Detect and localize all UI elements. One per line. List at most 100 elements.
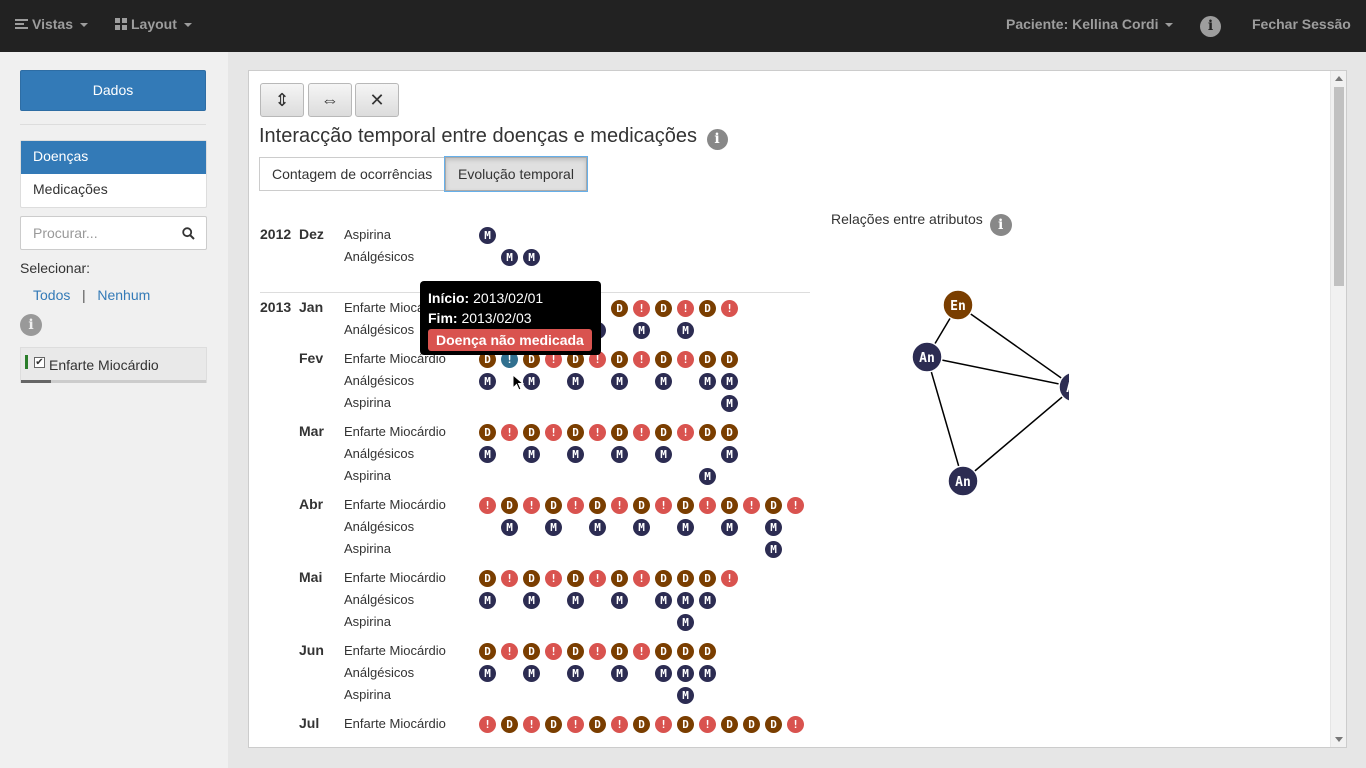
medication-marker[interactable]: M [611,373,628,390]
disease-marker[interactable]: D [479,424,496,441]
disease-marker[interactable]: D [655,570,672,587]
medication-marker[interactable]: M [699,373,716,390]
info-icon[interactable]: i [706,129,728,150]
medication-marker[interactable]: M [501,519,518,536]
medication-marker[interactable]: M [611,446,628,463]
disease-marker[interactable]: D [611,300,628,317]
disease-marker[interactable]: D [545,716,562,733]
disease-marker[interactable]: D [589,497,606,514]
unmedicated-marker[interactable]: ! [677,351,694,368]
medication-marker[interactable]: M [523,592,540,609]
unmedicated-marker[interactable]: ! [633,643,650,660]
medication-marker[interactable]: M [765,541,782,558]
disease-marker[interactable]: D [479,643,496,660]
medication-marker[interactable]: M [677,614,694,631]
sidebar-info-button[interactable]: i [20,314,42,336]
disease-marker[interactable]: D [611,643,628,660]
disease-marker[interactable]: D [721,716,738,733]
medication-marker[interactable]: M [677,322,694,339]
tab-medications[interactable]: Medicações [21,174,206,207]
medication-marker[interactable]: M [479,227,496,244]
unmedicated-marker[interactable]: ! [611,716,628,733]
unmedicated-marker[interactable]: ! [655,716,672,733]
medication-marker[interactable]: M [523,665,540,682]
medication-marker[interactable]: M [501,249,518,266]
medication-marker[interactable]: M [721,373,738,390]
disease-marker[interactable]: D [501,716,518,733]
disease-marker[interactable]: D [677,643,694,660]
unmedicated-marker[interactable]: ! [501,570,518,587]
medication-marker[interactable]: M [721,446,738,463]
medication-marker[interactable]: M [655,373,672,390]
medication-marker[interactable]: M [479,373,496,390]
filter-checkbox[interactable]: ✔ [34,357,45,368]
medication-marker[interactable]: M [633,322,650,339]
disease-marker[interactable]: D [765,497,782,514]
medication-marker[interactable]: M [699,468,716,485]
unmedicated-marker[interactable]: ! [589,570,606,587]
disease-marker[interactable]: D [655,424,672,441]
medication-marker[interactable]: M [523,446,540,463]
medication-marker[interactable]: M [567,665,584,682]
disease-marker[interactable]: D [655,643,672,660]
tab-diseases[interactable]: Doenças [21,141,206,174]
unmedicated-marker[interactable]: ! [479,716,496,733]
disease-marker[interactable]: D [611,424,628,441]
disease-marker[interactable]: D [567,570,584,587]
unmedicated-marker[interactable]: ! [479,497,496,514]
disease-marker[interactable]: D [677,716,694,733]
disease-marker[interactable]: D [677,497,694,514]
unmedicated-marker[interactable]: ! [677,300,694,317]
disease-marker[interactable]: D [523,643,540,660]
medication-marker[interactable]: M [655,592,672,609]
medication-marker[interactable]: M [677,592,694,609]
disease-marker[interactable]: D [633,716,650,733]
layout-menu[interactable]: Layout [115,0,192,52]
medication-marker[interactable]: M [523,249,540,266]
disease-marker[interactable]: D [721,424,738,441]
unmedicated-marker[interactable]: ! [699,497,716,514]
disease-marker[interactable]: D [545,497,562,514]
unmedicated-marker[interactable]: ! [545,643,562,660]
unmedicated-marker[interactable]: ! [523,497,540,514]
info-button[interactable]: i [1200,15,1221,37]
medication-marker[interactable]: M [479,665,496,682]
disease-marker[interactable]: D [611,570,628,587]
unmedicated-marker[interactable]: ! [787,716,804,733]
medication-marker[interactable]: M [545,519,562,536]
views-menu[interactable]: Vistas [15,0,88,52]
disease-marker[interactable]: D [655,300,672,317]
medication-marker[interactable]: M [633,519,650,536]
search-input[interactable] [21,217,171,249]
unmedicated-marker[interactable]: ! [743,497,760,514]
search-icon[interactable] [182,227,195,240]
medication-marker[interactable]: M [677,519,694,536]
medication-marker[interactable]: M [699,665,716,682]
disease-marker[interactable]: D [655,351,672,368]
medication-marker[interactable]: M [523,373,540,390]
unmedicated-marker[interactable]: ! [567,716,584,733]
disease-marker[interactable]: D [721,497,738,514]
close-button[interactable]: ✕ [355,83,399,117]
unmedicated-marker[interactable]: ! [633,300,650,317]
disease-marker[interactable]: D [567,424,584,441]
unmedicated-marker[interactable]: ! [633,424,650,441]
disease-marker[interactable]: D [523,424,540,441]
medication-marker[interactable]: M [479,446,496,463]
unmedicated-marker[interactable]: ! [501,643,518,660]
select-all-link[interactable]: Todos [33,287,70,303]
unmedicated-marker[interactable]: ! [699,716,716,733]
disease-marker[interactable]: D [523,570,540,587]
unmedicated-marker[interactable]: ! [677,424,694,441]
medication-marker[interactable]: M [611,592,628,609]
disease-marker[interactable]: D [699,351,716,368]
disease-marker[interactable]: D [567,643,584,660]
patient-menu[interactable]: Paciente: Kellina Cordi [1006,0,1174,52]
scrollbar-thumb[interactable] [1334,87,1344,286]
medication-marker[interactable]: M [721,395,738,412]
disease-marker[interactable]: D [699,424,716,441]
expand-vertical-button[interactable]: ⇕ [260,83,304,117]
select-none-link[interactable]: Nenhum [97,287,150,303]
scroll-up-icon[interactable] [1335,76,1343,81]
disease-marker[interactable]: D [699,643,716,660]
